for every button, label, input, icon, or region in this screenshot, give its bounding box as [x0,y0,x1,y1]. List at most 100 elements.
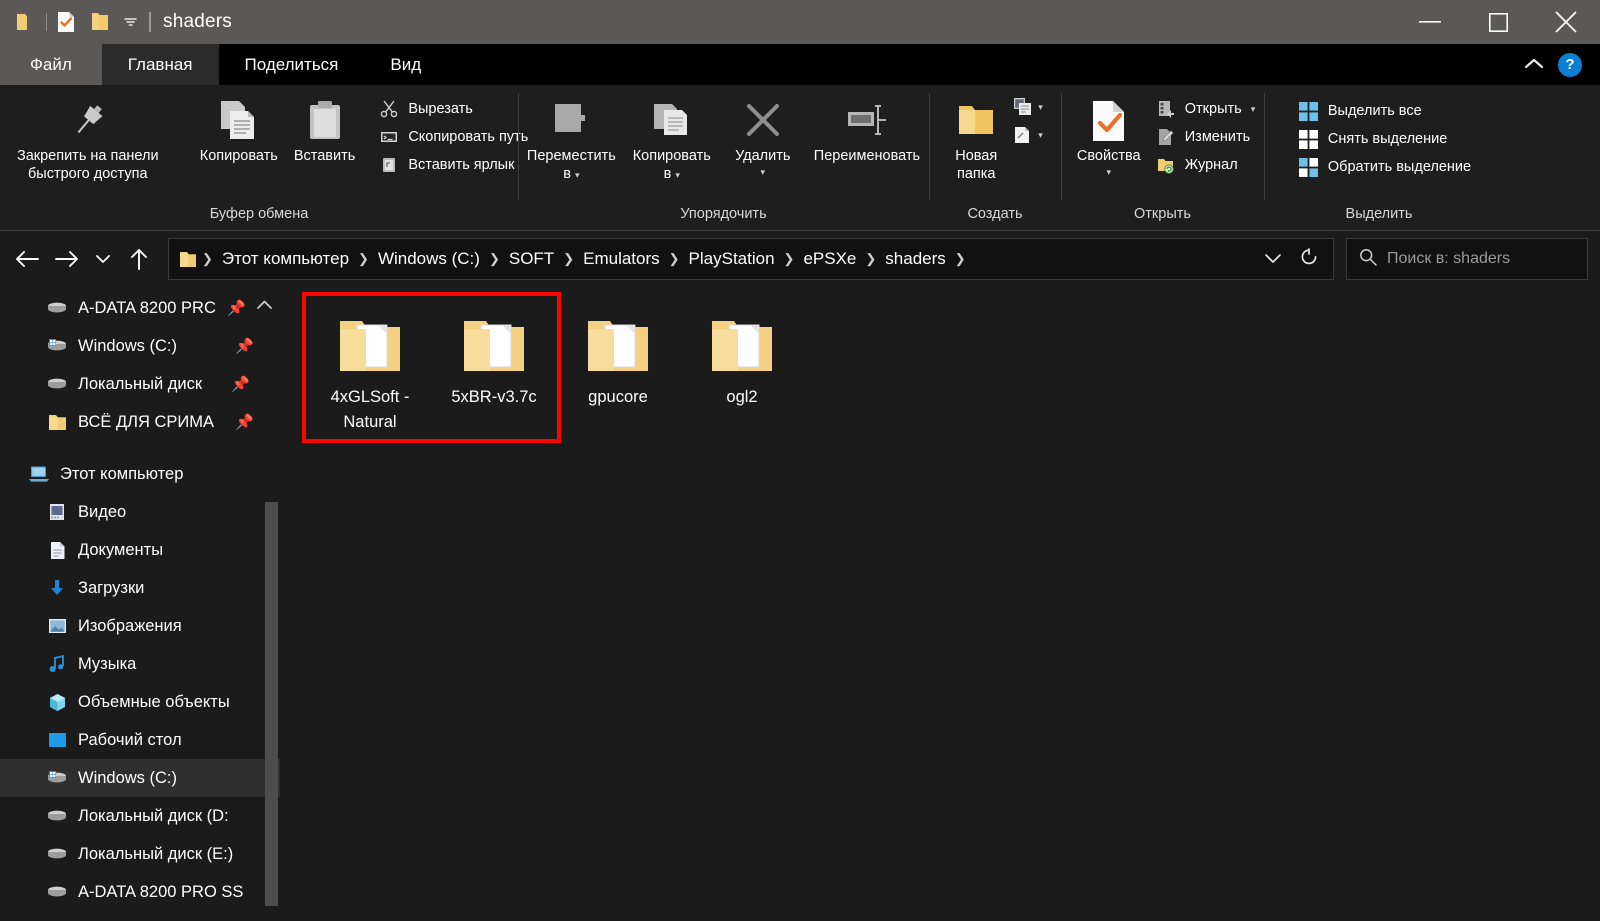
sidebar-item-desktop[interactable]: Рабочий стол [0,721,280,759]
tab-view[interactable]: Вид [364,44,447,85]
sidebar-item-label: Музыка [78,654,137,673]
breadcrumb-separator[interactable]: ❯ [667,251,682,267]
quick-access-toolbar [0,0,143,44]
sidebar-item-3d-objects[interactable]: Объемные объекты [0,683,280,721]
breadcrumb-item-3[interactable]: Emulators [576,246,667,272]
sidebar-item-adata-8200-pro-ss[interactable]: A-DATA 8200 PRO SS [0,873,280,906]
select-group-label: Выделить [1345,206,1413,222]
breadcrumb-item-5[interactable]: ePSXe [796,246,863,272]
file-list-view[interactable]: 4xGLSoft - Natural 5xBR-v3.7c gpucore og… [280,287,1600,906]
close-button[interactable] [1532,0,1600,44]
cut-button[interactable]: Вырезать [373,95,534,123]
sidebar-item-this-pc[interactable]: Этот компьютер [0,455,280,493]
folder-icon[interactable] [10,5,44,39]
breadcrumb-separator[interactable]: ❯ [782,251,797,267]
recent-locations-button[interactable] [88,240,118,278]
breadcrumb-item-4[interactable]: PlayStation [682,246,782,272]
properties-button[interactable]: Свойства ▾ [1068,91,1150,182]
breadcrumb-item-1[interactable]: Windows (C:) [371,246,487,272]
open-button[interactable]: Открыть ▾ [1150,95,1261,123]
sidebar-item-local-disk-d[interactable]: Локальный диск (D: [0,797,280,835]
properties-caret-icon[interactable]: ▾ [1106,167,1111,178]
new-item-button[interactable]: ▾ [1007,93,1049,121]
select-all-label: Выделить все [1327,103,1422,119]
copy-path-button[interactable]: Скопировать путь [373,123,534,151]
breadcrumb-bar[interactable]: ❯ Этот компьютер ❯ Windows (C:) ❯ SOFT ❯… [168,238,1334,280]
file-item[interactable]: gpucore [556,307,680,435]
new-item-caret-icon[interactable]: ▾ [1038,102,1043,113]
breadcrumb-separator[interactable]: ❯ [953,251,968,267]
forward-button[interactable] [48,240,86,278]
properties-icon[interactable] [49,5,83,39]
breadcrumb-item-6[interactable]: shaders [878,246,952,272]
breadcrumb-item-0[interactable]: Этот компьютер [215,246,356,272]
delete-caret-icon[interactable]: ▾ [761,167,766,178]
pin-icon[interactable]: 📌 [235,413,254,431]
back-button[interactable] [8,240,46,278]
sidebar-item-music[interactable]: Музыка [0,645,280,683]
file-item[interactable]: 5xBR-v3.7c [432,307,556,435]
new-folder-button[interactable]: Новая папка [945,91,1007,187]
breadcrumb-separator[interactable]: ❯ [561,251,576,267]
sidebar-item-label: Локальный диск (D: [78,806,229,825]
delete-button[interactable]: Удалить ▾ [720,91,806,182]
easy-access-caret-icon[interactable]: ▾ [1038,130,1043,141]
search-input[interactable]: Поиск в: shaders [1346,238,1588,280]
folder-icon [579,313,657,379]
history-icon [1156,155,1176,175]
file-item[interactable]: 4xGLSoft - Natural [308,307,432,435]
pin-icon[interactable]: 📌 [227,299,246,317]
edit-button[interactable]: Изменить [1150,123,1261,151]
sidebar-item-pictures[interactable]: Изображения [0,607,280,645]
downloads-icon [46,577,68,599]
sidebar-item-windows-c-pinned[interactable]: Windows (C:) 📌 [0,327,280,365]
sidebar-item-adata-8200-prc[interactable]: A-DATA 8200 PRC 📌 [0,289,280,327]
up-button[interactable] [120,240,158,278]
sidebar-item-label: A-DATA 8200 PRO SS [78,882,244,901]
select-none-button[interactable]: Снять выделение [1293,125,1477,153]
move-to-button[interactable]: Переместить в ▾ [519,91,624,187]
help-icon[interactable]: ? [1558,52,1582,77]
paste-button[interactable]: Вставить [286,91,363,169]
tab-file[interactable]: Файл [0,44,102,85]
breadcrumb-separator[interactable]: ❯ [356,251,371,267]
sidebar-item-vse-dlya-srima[interactable]: ВСЁ ДЛЯ СРИМА 📌 [0,403,280,441]
sidebar-scrollbar[interactable] [265,502,278,906]
refresh-icon[interactable] [1297,248,1321,270]
ribbon-group-open: Свойства ▾ Открыть ▾ Изменить Журнал Отк… [1061,85,1264,230]
file-item[interactable]: ogl2 [680,307,804,435]
new-folder-icon[interactable] [83,5,117,39]
breadcrumb-separator[interactable]: ❯ [487,251,502,267]
tab-home[interactable]: Главная [101,44,219,85]
breadcrumb-separator[interactable]: ❯ [863,251,878,267]
open-caret-icon[interactable]: ▾ [1251,104,1256,115]
folder-icon [46,411,68,433]
pin-to-quick-access-button[interactable]: Закрепить на панели быстрого доступа [0,91,192,187]
pin-icon[interactable]: 📌 [235,337,254,355]
easy-access-button[interactable]: ▾ [1007,121,1049,149]
sidebar-item-downloads[interactable]: Загрузки [0,569,280,607]
history-button[interactable]: Журнал [1150,151,1261,179]
sidebar-item-local-disk-pinned[interactable]: Локальный диск 📌 [0,365,280,403]
folder-icon [455,313,533,379]
chevron-down-icon[interactable] [117,5,143,39]
minimize-button[interactable] [1396,0,1464,44]
copy-button[interactable]: Копировать [192,91,286,169]
sidebar-item-windows-c[interactable]: Windows (C:) [0,759,280,797]
chevron-down-icon[interactable] [1261,251,1285,268]
copy-to-button[interactable]: Копировать в ▾ [624,91,720,187]
paste-shortcut-button[interactable]: Вставить ярлык [373,151,534,179]
pin-icon[interactable]: 📌 [231,375,250,393]
tab-share[interactable]: Поделиться [219,44,365,85]
sidebar-item-documents[interactable]: Документы [0,531,280,569]
breadcrumb-item-2[interactable]: SOFT [502,246,561,272]
move-to-label: Переместить в ▾ [526,148,616,183]
copy-to-icon [650,95,694,147]
rename-button[interactable]: Переименовать [806,91,928,169]
maximize-button[interactable] [1464,0,1532,44]
invert-selection-button[interactable]: Обратить выделение [1293,153,1477,181]
sidebar-item-local-disk-e[interactable]: Локальный диск (E:) [0,835,280,873]
sidebar-item-videos[interactable]: Видео [0,493,280,531]
select-all-button[interactable]: Выделить все [1293,97,1477,125]
chevron-up-icon[interactable] [1524,56,1544,73]
